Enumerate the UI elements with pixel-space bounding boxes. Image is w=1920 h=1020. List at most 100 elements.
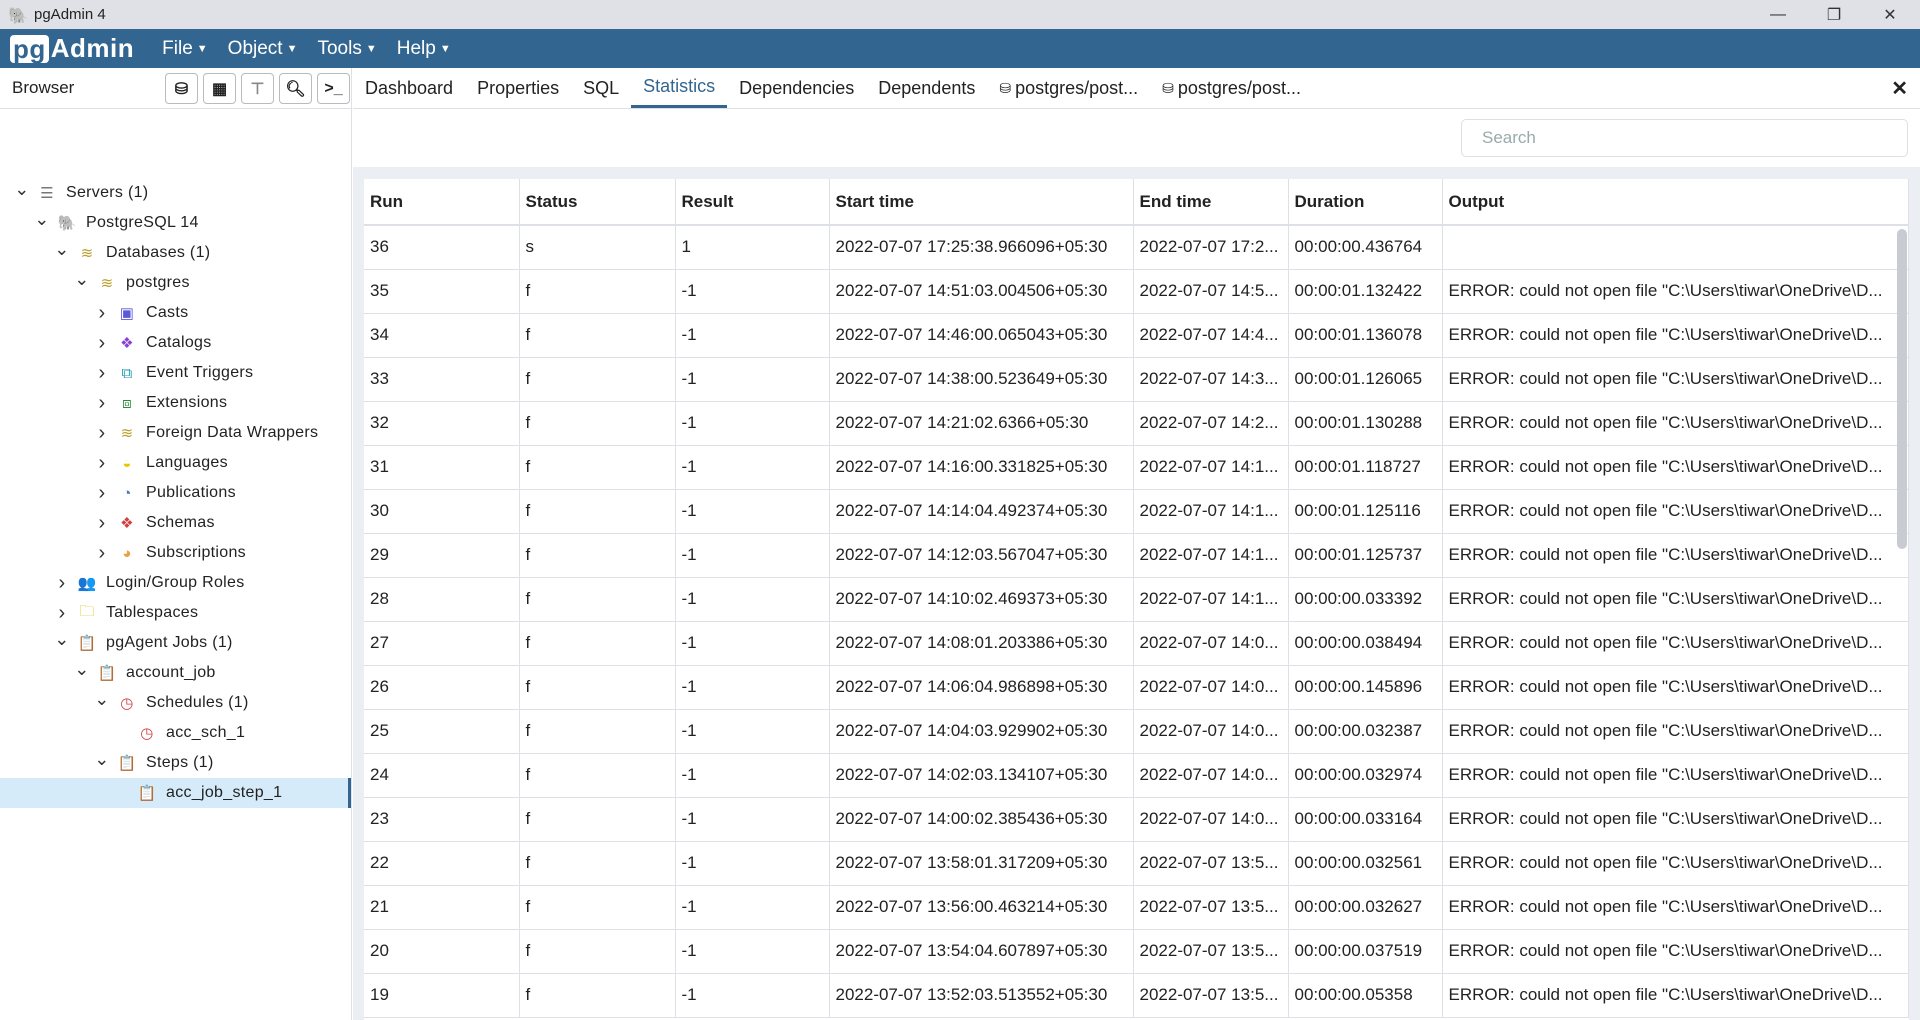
tree-node[interactable]: 📋 acc_job_step_1 [0, 778, 351, 808]
cell-start-time: 2022-07-07 14:16:00.331825+05:30 [829, 445, 1134, 490]
chevron-down-icon[interactable]: ⌄ [52, 629, 72, 650]
tab-sql[interactable]: SQL [571, 68, 631, 108]
chevron-right-icon[interactable]: › [52, 572, 72, 595]
table-row[interactable]: 34 f -1 2022-07-07 14:46:00.065043+05:30 202… [364, 313, 1909, 358]
tab-dashboard[interactable]: Dashboard [353, 68, 465, 108]
chevron-down-icon[interactable]: ⌄ [12, 179, 32, 200]
table-row[interactable]: 23 f -1 2022-07-07 14:00:02.385436+05:30 202… [364, 797, 1909, 842]
menu-file[interactable]: File ▼ [162, 38, 208, 60]
chevron-down-icon[interactable]: ⌄ [72, 269, 92, 290]
tree-node[interactable]: › ❖ Catalogs [0, 328, 351, 358]
tree-node[interactable]: ⌄ 📋 Steps (1) [0, 748, 351, 778]
cell-end-time: 2022-07-07 13:5... [1133, 929, 1289, 974]
chevron-right-icon[interactable]: › [92, 332, 112, 355]
chevron-right-icon[interactable]: › [92, 452, 112, 475]
menu-object[interactable]: Object ▼ [228, 38, 298, 60]
search-objects-icon[interactable]: 🔍︎ [279, 73, 312, 104]
tree-node[interactable]: › ⧉ Event Triggers [0, 358, 351, 388]
table-row[interactable]: 25 f -1 2022-07-07 14:04:03.929902+05:30 202… [364, 709, 1909, 754]
column-header-end-time[interactable]: End time [1133, 179, 1289, 226]
table-row[interactable]: 32 f -1 2022-07-07 14:21:02.6366+05:30 2022-… [364, 401, 1909, 446]
cell-output: ERROR: could not open file "C:\Users\tiw… [1442, 269, 1909, 314]
menu-help[interactable]: Help ▼ [397, 38, 451, 60]
table-row[interactable]: 20 f -1 2022-07-07 13:54:04.607897+05:30 202… [364, 929, 1909, 974]
tree-node[interactable]: › ◕ Subscriptions [0, 538, 351, 568]
chevron-right-icon[interactable]: › [92, 512, 112, 535]
chevron-right-icon[interactable]: › [92, 422, 112, 445]
close-icon[interactable]: ✕ [1862, 0, 1918, 29]
chevron-right-icon[interactable]: › [52, 602, 72, 625]
tree-node[interactable]: ◷ acc_sch_1 [0, 718, 351, 748]
chevron-down-icon[interactable]: ⌄ [52, 239, 72, 260]
cell-output: ERROR: could not open file "C:\Users\tiw… [1442, 797, 1909, 842]
tree-node[interactable]: › ◔ Publications [0, 478, 351, 508]
cell-start-time: 2022-07-07 13:58:01.317209+05:30 [829, 841, 1134, 886]
tab-properties[interactable]: Properties [465, 68, 571, 108]
table-row[interactable]: 36 s 1 2022-07-07 17:25:38.966096+05:30 2022… [364, 225, 1909, 270]
window-titlebar: 🐘 pgAdmin 4 — ❐ ✕ [0, 0, 1920, 29]
tree-node[interactable]: › ❖ Schemas [0, 508, 351, 538]
search-input[interactable] [1461, 119, 1908, 157]
column-header-duration[interactable]: Duration [1288, 179, 1443, 226]
column-header-status[interactable]: Status [519, 179, 676, 226]
table-row[interactable]: 22 f -1 2022-07-07 13:58:01.317209+05:30 202… [364, 841, 1909, 886]
psql-tool-icon[interactable]: >_ [317, 73, 350, 104]
table-row[interactable]: 29 f -1 2022-07-07 14:12:03.567047+05:30 202… [364, 533, 1909, 578]
tree-node[interactable]: ⌄ ≋ Databases (1) [0, 238, 351, 268]
tab-dependents[interactable]: Dependents [866, 68, 987, 108]
tree-node[interactable]: › 👥 Login/Group Roles [0, 568, 351, 598]
table-row[interactable]: 21 f -1 2022-07-07 13:56:00.463214+05:30 202… [364, 885, 1909, 930]
tree-node[interactable]: ⌄ ◷ Schedules (1) [0, 688, 351, 718]
chevron-down-icon[interactable]: ⌄ [92, 749, 112, 770]
table-row[interactable]: 28 f -1 2022-07-07 14:10:02.469373+05:30 202… [364, 577, 1909, 622]
tree-node[interactable]: ⌄ ≋ postgres [0, 268, 351, 298]
table-row[interactable]: 35 f -1 2022-07-07 14:51:03.004506+05:30 202… [364, 269, 1909, 314]
tab-dependencies[interactable]: Dependencies [727, 68, 866, 108]
tab-statistics[interactable]: Statistics [631, 68, 728, 108]
cell-duration: 00:00:00.033392 [1288, 577, 1443, 622]
chevron-right-icon[interactable]: › [92, 392, 112, 415]
tree-node[interactable]: ⌄ 🐘 PostgreSQL 14 [0, 208, 351, 238]
close-tab-icon[interactable]: ✕ [1891, 76, 1908, 101]
chevron-right-icon[interactable]: › [92, 362, 112, 385]
table-row[interactable]: 31 f -1 2022-07-07 14:16:00.331825+05:30 202… [364, 445, 1909, 490]
table-row[interactable]: 30 f -1 2022-07-07 14:14:04.492374+05:30 202… [364, 489, 1909, 534]
tab-postgres-post-[interactable]: ⛁ postgres/post... [1150, 68, 1313, 108]
tree-node[interactable]: › ▣ Casts [0, 298, 351, 328]
cell-result: -1 [675, 753, 830, 798]
restore-icon[interactable]: ❐ [1806, 0, 1862, 29]
table-row[interactable]: 19 f -1 2022-07-07 13:52:03.513552+05:30 202… [364, 973, 1909, 1018]
tab-label: postgres/post... [1177, 77, 1301, 98]
table-row[interactable]: 27 f -1 2022-07-07 14:08:01.203386+05:30 202… [364, 621, 1909, 666]
chevron-down-icon[interactable]: ⌄ [32, 209, 52, 230]
event-triggers-icon: ⧉ [121, 364, 133, 382]
column-header-result[interactable]: Result [675, 179, 830, 226]
query-tool-icon[interactable]: ⛁ [165, 73, 198, 104]
vertical-scrollbar[interactable] [1897, 229, 1907, 549]
menu-tools[interactable]: Tools ▼ [317, 38, 376, 60]
filtered-rows-icon[interactable]: ⊤ [241, 73, 274, 104]
table-row[interactable]: 26 f -1 2022-07-07 14:06:04.986898+05:30 202… [364, 665, 1909, 710]
tree-node[interactable]: › ⧈ Extensions [0, 388, 351, 418]
tree-node[interactable]: › ≋ Foreign Data Wrappers [0, 418, 351, 448]
menu-label: File [162, 37, 193, 59]
chevron-right-icon[interactable]: › [92, 482, 112, 505]
chevron-down-icon[interactable]: ⌄ [72, 659, 92, 680]
chevron-right-icon[interactable]: › [92, 302, 112, 325]
tree-node[interactable]: › ◒ Languages [0, 448, 351, 478]
table-row[interactable]: 24 f -1 2022-07-07 14:02:03.134107+05:30 202… [364, 753, 1909, 798]
minimize-icon[interactable]: — [1750, 0, 1806, 29]
table-row[interactable]: 33 f -1 2022-07-07 14:38:00.523649+05:30 202… [364, 357, 1909, 402]
tree-node[interactable]: ⌄ ☰ Servers (1) [0, 178, 351, 208]
tab-postgres-post-[interactable]: ⛁ postgres/post... [987, 68, 1150, 108]
column-header-output[interactable]: Output [1442, 179, 1909, 226]
tree-node[interactable]: › 🗀 Tablespaces [0, 598, 351, 628]
chevron-right-icon[interactable]: › [92, 542, 112, 565]
tree-node[interactable]: ⌄ 📋 account_job [0, 658, 351, 688]
column-header-run[interactable]: Run [364, 179, 520, 226]
tree-node[interactable]: ⌄ 📋 pgAgent Jobs (1) [0, 628, 351, 658]
cell-run: 30 [364, 489, 520, 534]
view-data-icon[interactable]: ▦ [203, 73, 236, 104]
column-header-start-time[interactable]: Start time [829, 179, 1134, 226]
chevron-down-icon[interactable]: ⌄ [92, 689, 112, 710]
